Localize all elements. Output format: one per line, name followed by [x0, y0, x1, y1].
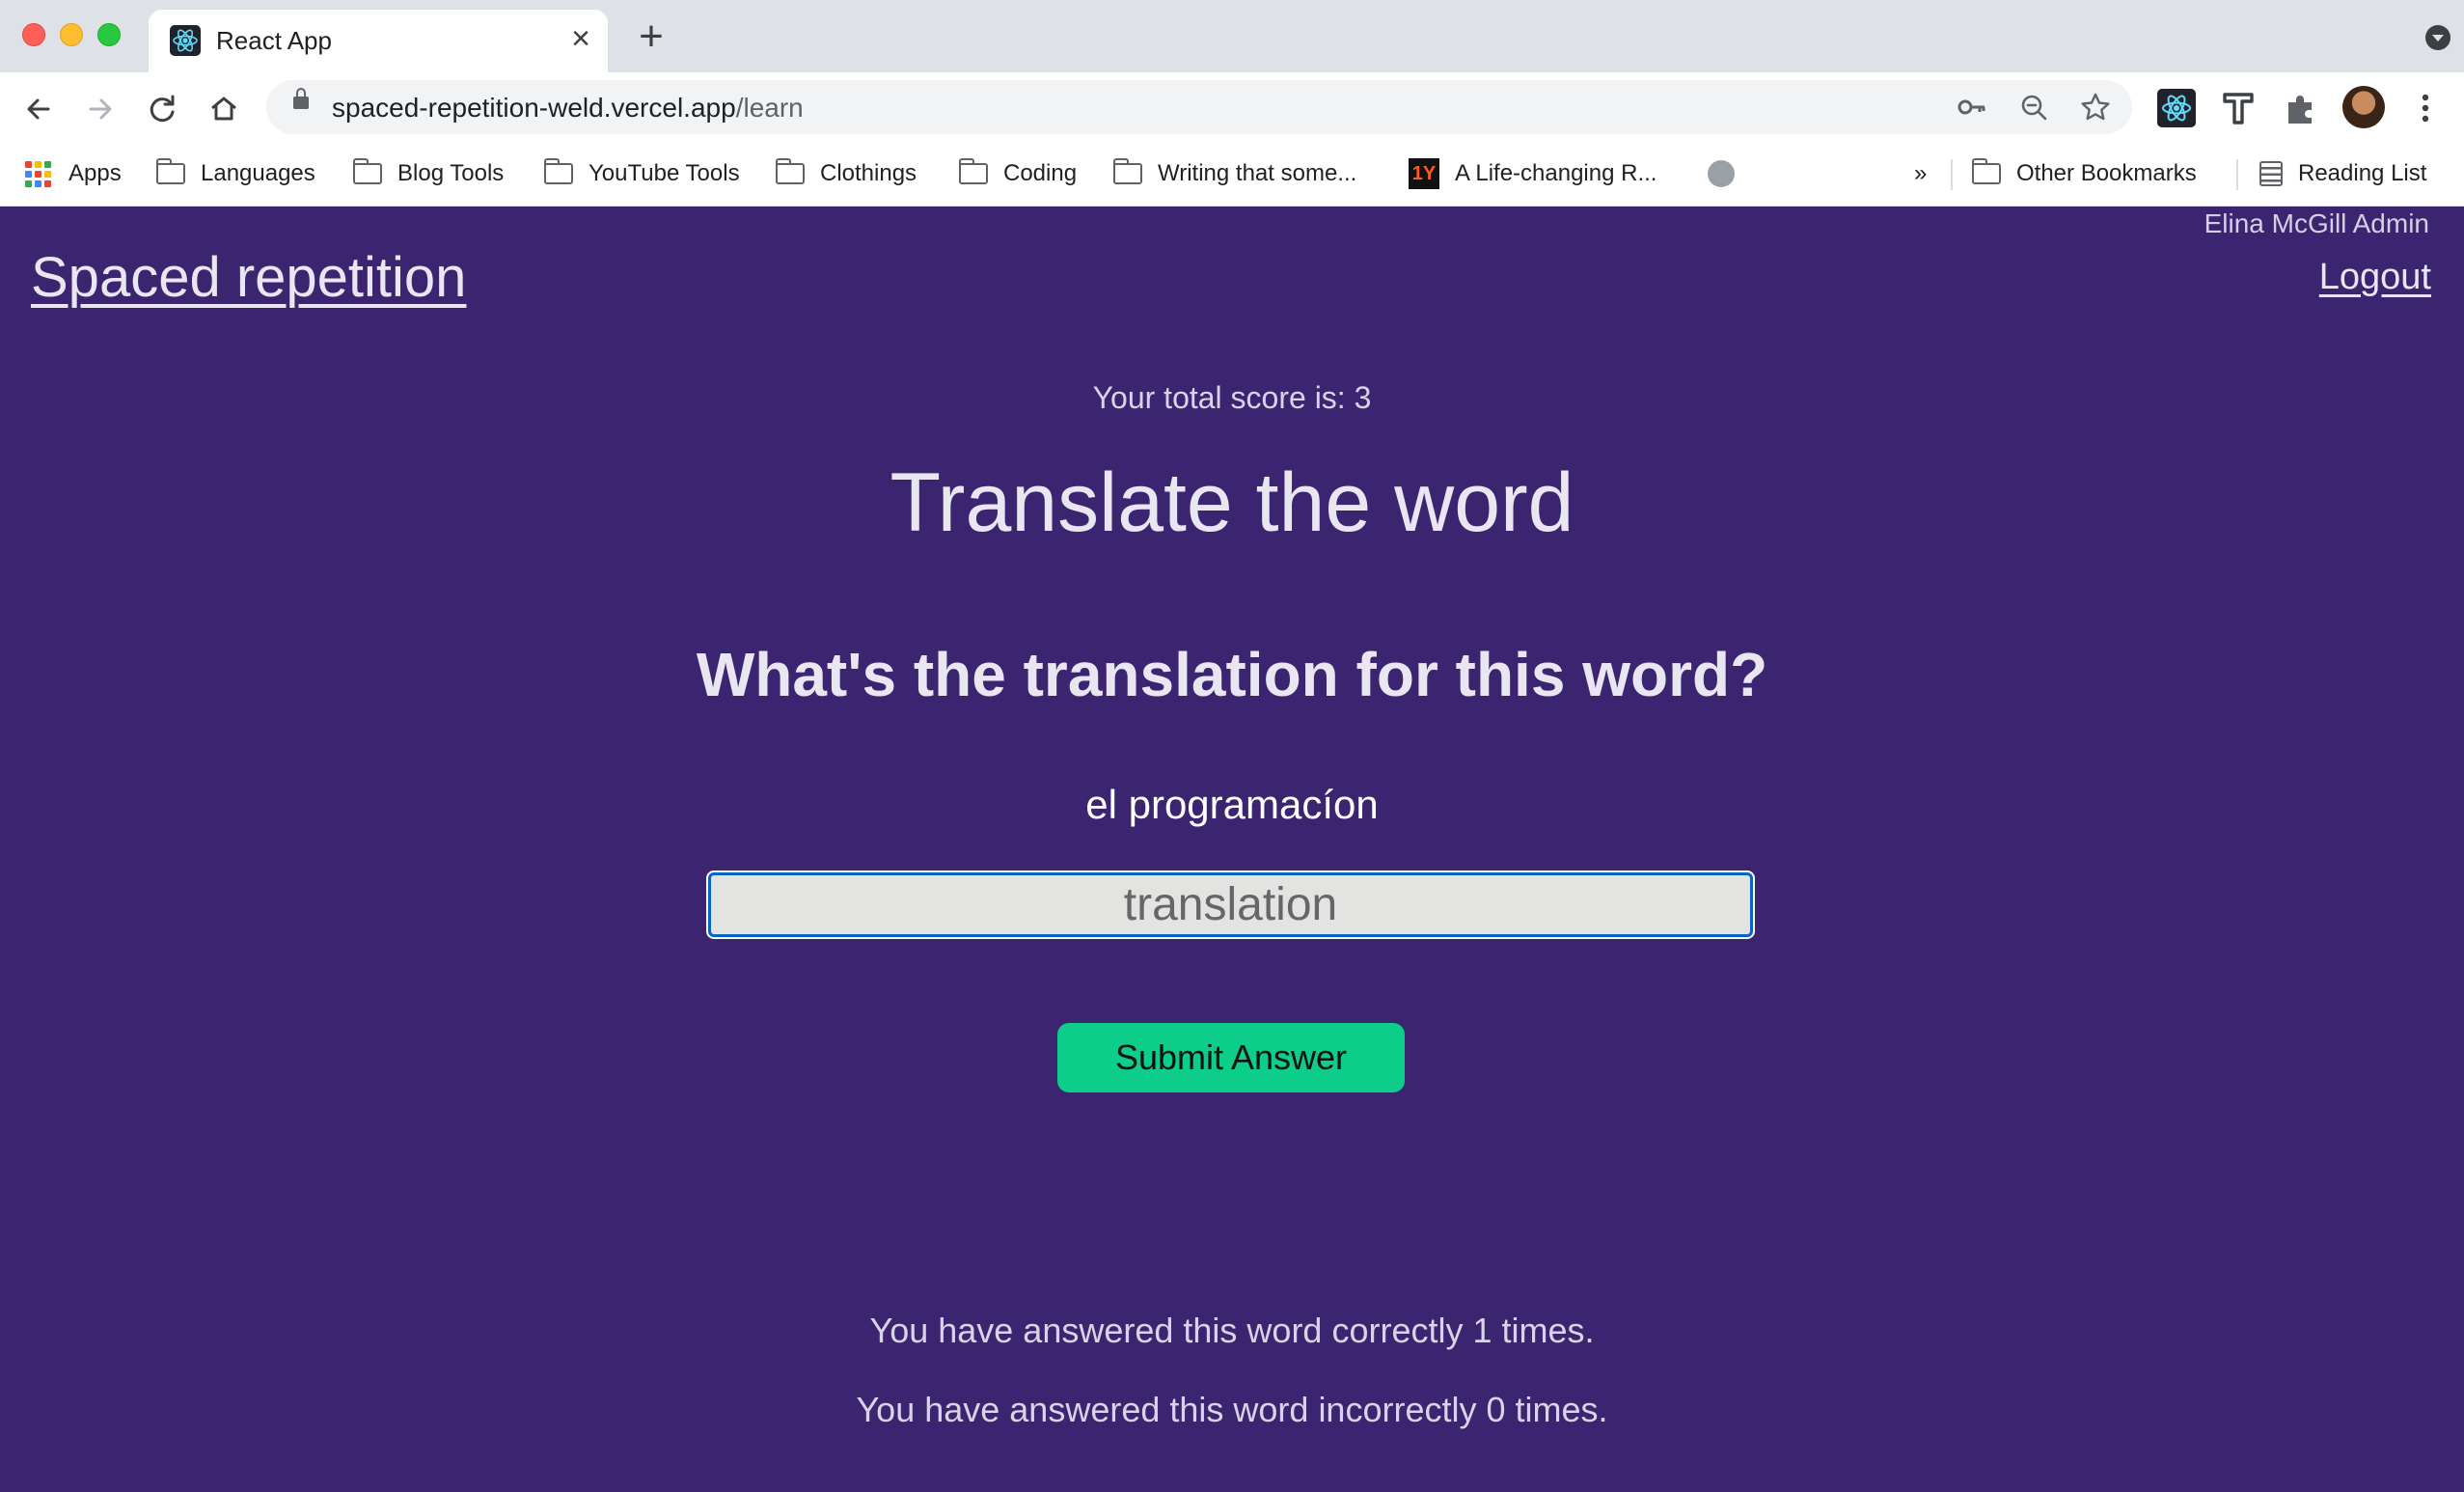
bookmark-clothings[interactable]: Clothings: [776, 156, 917, 191]
folder-icon: [353, 158, 382, 184]
reading-list-button[interactable]: Reading List: [2259, 156, 2426, 191]
bookmark-globe[interactable]: [1708, 156, 1735, 191]
bookmark-life-changing[interactable]: 1Y A Life-changing R...: [1409, 156, 1656, 191]
folder-icon: [959, 158, 988, 184]
address-bar[interactable]: spaced-repetition-weld.vercel.app/learn: [266, 80, 2132, 134]
reload-icon[interactable]: [141, 88, 183, 130]
profile-avatar[interactable]: [2342, 86, 2385, 128]
translation-input[interactable]: [708, 872, 1753, 937]
bookmark-languages[interactable]: Languages: [156, 156, 315, 191]
bookmarks-divider: [2236, 159, 2238, 190]
correct-count-text: You have answered this word correctly 1 …: [869, 1311, 1595, 1350]
extensions-puzzle-icon[interactable]: [2281, 89, 2319, 127]
browser-tab[interactable]: React App ×: [149, 10, 608, 72]
bookmark-apps[interactable]: Apps: [25, 156, 122, 191]
lock-icon: [293, 88, 309, 109]
question-heading: What's the translation for this word?: [696, 640, 1768, 709]
word-to-translate: el programacíon: [1085, 782, 1379, 827]
close-tab-icon[interactable]: ×: [563, 21, 598, 56]
key-icon[interactable]: [1957, 92, 1987, 123]
folder-icon: [544, 158, 573, 184]
home-link[interactable]: Spaced repetition: [31, 245, 466, 310]
user-name: Elina McGill Admin: [2204, 208, 2429, 238]
home-icon[interactable]: [203, 88, 245, 130]
bookmark-writing[interactable]: Writing that some...: [1113, 156, 1356, 191]
globe-icon: [1708, 160, 1735, 187]
close-window-button[interactable]: [22, 23, 45, 46]
maximize-window-button[interactable]: [97, 23, 121, 46]
minimize-window-button[interactable]: [60, 23, 83, 46]
react-devtools-icon[interactable]: [2157, 89, 2196, 127]
bookmarks-bar: Apps Languages Blog Tools YouTube Tools …: [0, 144, 2464, 207]
back-icon[interactable]: [17, 88, 60, 130]
bookmark-coding[interactable]: Coding: [959, 156, 1077, 191]
submit-answer-button[interactable]: Submit Answer: [1057, 1023, 1405, 1092]
browser-chrome: React App × + spaced-repetition-weld.ver…: [0, 0, 2464, 207]
reading-list-icon: [2259, 161, 2283, 186]
browser-toolbar: spaced-repetition-weld.vercel.app/learn: [0, 72, 2464, 144]
bookmark-star-icon[interactable]: [2080, 92, 2111, 123]
logout-link[interactable]: Logout: [2319, 257, 2431, 298]
bookmarks-overflow-button[interactable]: »: [1914, 156, 1927, 191]
new-tab-button[interactable]: +: [632, 15, 671, 58]
folder-icon: [1972, 158, 2001, 184]
page-title: Translate the word: [890, 456, 1574, 549]
react-logo-icon: [170, 25, 201, 56]
site-favicon-icon: 1Y: [1409, 158, 1439, 189]
folder-icon: [1113, 158, 1142, 184]
tab-search-icon[interactable]: [2425, 25, 2450, 50]
learn-page: Elina McGill Admin Spaced repetition Log…: [0, 207, 2464, 1492]
zoom-out-icon[interactable]: [2018, 92, 2049, 123]
incorrect-count-text: You have answered this word incorrectly …: [856, 1390, 1608, 1429]
bookmark-blog-tools[interactable]: Blog Tools: [353, 156, 504, 191]
text-extension-icon[interactable]: [2219, 89, 2258, 127]
apps-grid-icon: [25, 160, 51, 187]
forward-icon[interactable]: [79, 88, 122, 130]
folder-icon: [156, 158, 185, 184]
menu-kebab-icon[interactable]: [2406, 89, 2445, 127]
folder-icon: [776, 158, 805, 184]
total-score: Your total score is: 3: [1092, 380, 1372, 415]
tab-title: React App: [216, 26, 332, 55]
tab-strip: React App × +: [0, 0, 2464, 72]
bookmark-youtube-tools[interactable]: YouTube Tools: [544, 156, 740, 191]
bookmarks-divider: [1951, 159, 1953, 190]
url-text: spaced-repetition-weld.vercel.app/learn: [332, 93, 804, 123]
bookmark-other[interactable]: Other Bookmarks: [1972, 156, 2197, 191]
